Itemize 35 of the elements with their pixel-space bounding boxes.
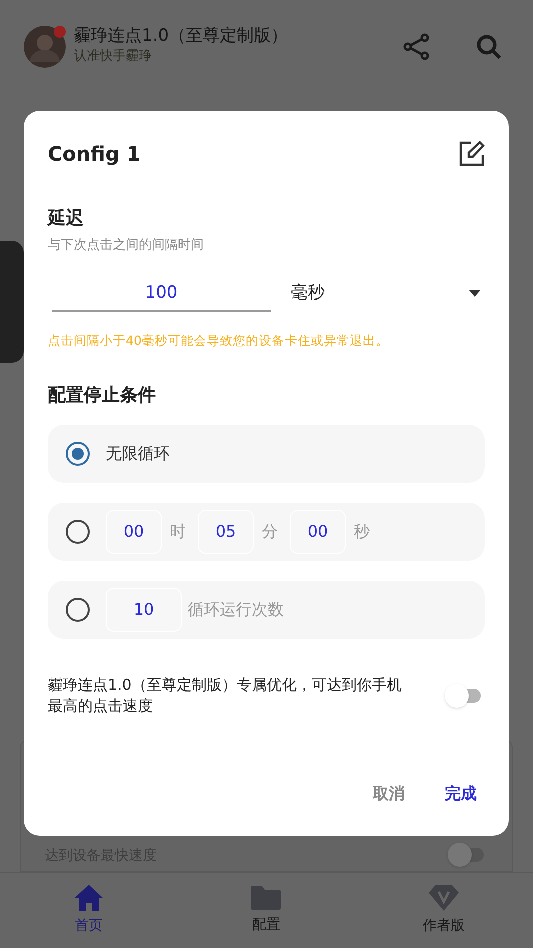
option-label: 循环运行次数 xyxy=(188,599,284,622)
delay-input[interactable]: 100 xyxy=(52,276,271,312)
caret-icon xyxy=(469,290,481,297)
confirm-button[interactable]: 完成 xyxy=(445,782,477,806)
folder-icon xyxy=(250,885,282,911)
unit-label: 分 xyxy=(262,521,278,544)
option-card[interactable]: 无限循环 xyxy=(48,425,485,484)
unit-dropdown[interactable]: 毫秒 xyxy=(283,276,485,312)
search-icon xyxy=(475,32,503,60)
radio-button[interactable] xyxy=(66,520,90,544)
optimization-text: 霾琤连点1.0（至尊定制版）专属优化，可达到你手机最高的点击速度 xyxy=(48,675,403,716)
radio-button[interactable] xyxy=(66,442,90,466)
avatar-icon[interactable] xyxy=(24,26,66,68)
option-label: 无限循环 xyxy=(106,443,170,466)
app-title: 霾琤连点1.0（至尊定制版） xyxy=(74,26,290,48)
number-field[interactable]: 00 xyxy=(290,510,346,554)
section-description: 与下次点击之间的间隔时间 xyxy=(48,237,205,255)
share-icon xyxy=(403,32,431,60)
option-card[interactable]: 10 循环运行次数 xyxy=(48,581,485,640)
number-field[interactable]: 05 xyxy=(198,510,254,554)
diamond-icon xyxy=(428,884,460,912)
dialog-title: Config 1 xyxy=(48,141,141,168)
cancel-button[interactable]: 取消 xyxy=(373,782,405,806)
number-field[interactable]: 00 xyxy=(106,510,162,554)
section-heading: 延迟 xyxy=(48,207,85,231)
home-icon xyxy=(74,884,104,912)
radio-button[interactable] xyxy=(66,598,90,622)
unit-label: 时 xyxy=(170,521,186,544)
number-field[interactable]: 10 xyxy=(106,588,182,632)
app-subtitle: 认准快手霾琤 xyxy=(74,48,153,66)
section-heading: 配置停止条件 xyxy=(48,384,157,408)
unit-label: 秒 xyxy=(354,521,370,544)
edit-icon[interactable] xyxy=(459,141,485,167)
option-card[interactable]: 00 时 05 分 00 秒 xyxy=(48,503,485,562)
warning-text: 点击间隔小于40毫秒可能会导致您的设备卡住或异常退出。 xyxy=(48,332,390,350)
